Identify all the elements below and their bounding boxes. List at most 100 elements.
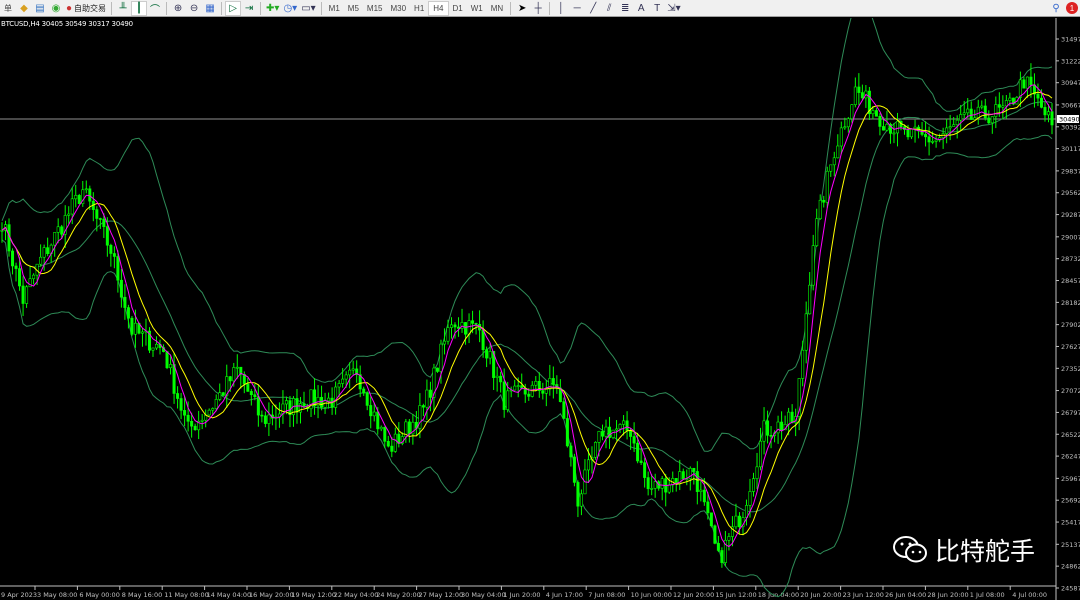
time-tick-label: 24 May 20:00 <box>376 591 421 599</box>
candle-body <box>109 244 113 254</box>
autoscroll-icon[interactable]: ▷ <box>225 0 242 16</box>
candle-body <box>348 369 352 376</box>
trendline-icon[interactable]: ╱ <box>585 1 601 16</box>
candle-body <box>713 525 717 544</box>
price-chart[interactable]: 31497 31222 30947 30667 30392 30117 29837 29562… <box>0 18 1080 600</box>
candle-body <box>811 245 815 286</box>
folder-icon[interactable]: ◆ <box>16 1 32 16</box>
fibonacci-icon[interactable]: ≣ <box>617 1 633 16</box>
timeframe-h1[interactable]: H1 <box>410 1 428 16</box>
candle-body <box>372 411 376 417</box>
candle-body <box>155 343 159 349</box>
periods-icon[interactable]: ◷▾ <box>281 1 299 16</box>
candle-body <box>653 481 657 489</box>
timeframe-m1[interactable]: M1 <box>325 1 344 16</box>
candle-body <box>25 286 29 304</box>
candle-body <box>804 313 808 351</box>
price-tick-label: 30947 <box>1061 79 1080 87</box>
candle-body <box>987 117 991 124</box>
candle-body <box>776 421 780 434</box>
cursor-icon[interactable]: ➤ <box>514 1 530 16</box>
zoom-out-icon[interactable]: ⊖ <box>186 1 202 16</box>
channel-icon[interactable]: ⫽ <box>601 1 617 16</box>
candle-chart-icon[interactable]: ┃ <box>131 0 148 16</box>
candle-body <box>860 92 864 99</box>
bollinger-upper-band <box>1 18 1053 452</box>
candle-body <box>881 126 885 131</box>
candle-body <box>565 418 569 447</box>
timeframe-w1[interactable]: W1 <box>467 1 487 16</box>
wechat-icon <box>893 536 927 563</box>
candle-body <box>95 209 99 219</box>
zoom-in-icon[interactable]: ⊕ <box>170 1 186 16</box>
price-tick-label: 30117 <box>1061 145 1080 153</box>
candle-body <box>952 124 956 127</box>
candle-body <box>969 108 973 120</box>
candle-body <box>787 411 791 425</box>
notification-badge[interactable]: 1 <box>1064 1 1080 16</box>
current-price-label: 30490 <box>1059 116 1080 124</box>
arrows-icon[interactable]: ⇲▾ <box>665 1 682 16</box>
price-tick-label: 27902 <box>1061 321 1080 329</box>
candle-body <box>151 347 155 351</box>
candle-body <box>973 117 977 120</box>
candle-body <box>449 324 453 328</box>
candle-body <box>1001 105 1005 108</box>
text-icon[interactable]: A <box>633 1 649 16</box>
candle-body <box>857 86 861 93</box>
price-tick-label: 25137 <box>1061 541 1080 549</box>
tile-windows-icon[interactable]: ▦ <box>202 1 218 16</box>
candle-body <box>611 429 615 438</box>
candle-body <box>464 322 468 335</box>
candle-body <box>737 515 741 528</box>
candle-body <box>351 368 355 371</box>
candle-body <box>323 400 327 408</box>
chart-shift-icon[interactable]: ⇥ <box>241 1 257 16</box>
timeframe-m30[interactable]: M30 <box>386 1 410 16</box>
candle-body <box>320 396 324 408</box>
bar-chart-icon[interactable]: ╨ <box>115 1 131 16</box>
candle-body <box>439 343 443 372</box>
timeframe-h4[interactable]: H4 <box>428 0 449 16</box>
candle-body <box>485 349 489 359</box>
candle-body <box>67 213 71 216</box>
vertical-line-icon[interactable]: │ <box>553 1 569 16</box>
navigator-icon[interactable]: ▤ <box>32 1 48 16</box>
candle-body <box>622 420 626 425</box>
candle-body <box>11 250 15 267</box>
price-tick-label: 25417 <box>1061 519 1080 527</box>
menu-label[interactable]: 单 <box>0 1 16 16</box>
timeframe-m5[interactable]: M5 <box>344 1 363 16</box>
crosshair-icon[interactable]: ┼ <box>530 1 546 16</box>
candle-body <box>221 392 225 396</box>
candle-body <box>759 440 763 468</box>
time-tick-label: 7 Jun 08:00 <box>588 591 625 599</box>
line-chart-icon[interactable]: ⌒ <box>147 1 163 16</box>
timeframe-mn[interactable]: MN <box>487 1 507 16</box>
time-tick-label: 4 Jun 17:00 <box>546 591 583 599</box>
timeframe-m15[interactable]: M15 <box>363 1 387 16</box>
candle-body <box>727 536 731 541</box>
candle-body <box>955 119 959 126</box>
timeframe-d1[interactable]: D1 <box>449 1 467 16</box>
autotrade-button[interactable]: ● 自助交易 <box>64 1 108 16</box>
candle-body <box>288 400 292 416</box>
candle-body <box>14 265 18 269</box>
candle-body <box>766 420 770 436</box>
horizontal-line-icon[interactable]: ─ <box>569 1 585 16</box>
candle-body <box>39 256 43 265</box>
candle-body <box>344 374 348 380</box>
candle-body <box>130 317 134 335</box>
candle-body <box>88 188 92 202</box>
candle-body <box>481 329 485 350</box>
indicators-icon[interactable]: ✚▾ <box>264 1 281 16</box>
candle-body <box>843 126 847 129</box>
templates-icon[interactable]: ▭▾ <box>299 1 317 16</box>
text-label-icon[interactable]: T <box>649 1 665 16</box>
signal-icon[interactable]: ◉ <box>48 1 64 16</box>
candle-body <box>214 399 218 409</box>
candle-body <box>467 320 471 335</box>
candle-body <box>211 408 215 411</box>
search-icon[interactable]: ⚲ <box>1048 1 1064 16</box>
ma-fast-line <box>1 84 1053 548</box>
